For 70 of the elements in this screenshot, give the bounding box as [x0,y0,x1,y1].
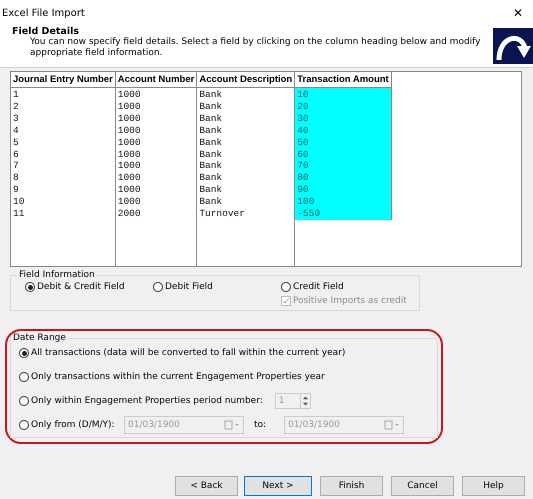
table-cell-text: 10 [296,89,310,101]
column-header[interactable]: Account Description [197,72,294,88]
table-cell-text: 2000 [116,208,142,220]
close-button[interactable]: ✕ [509,6,527,20]
table-cell-text: 1000 [116,100,142,113]
dialog-button[interactable]: < Back [175,476,238,496]
table-cell-text: 1000 [116,136,142,149]
table-cell-text: 100 [296,196,316,208]
table-cell-text: Bank [198,136,224,149]
table-cell-text: Bank [198,112,224,125]
table-cell-text: Bank [198,89,224,101]
group-title: Field Information [18,270,96,280]
radio-option[interactable]: Debit & Credit Field [25,282,153,292]
dialog-button[interactable]: Next > [244,476,312,496]
radio-option[interactable]: Only from (D/M/Y): [19,420,124,430]
table-cell-text: Bank [198,148,224,160]
table-cell-text: 6 [12,148,20,160]
table-cell-text: Bank [198,100,224,113]
table-cell-text: 90 [296,184,310,196]
checkmark-icon [282,297,290,305]
table-cell-text: Turnover [198,208,246,220]
radio-option[interactable]: Debit Field [153,282,281,292]
calendar-dropdown-icon[interactable] [224,420,240,430]
calendar-dropdown-icon[interactable] [384,420,400,430]
table-cell-text: Bank [198,184,224,196]
radio-option[interactable]: Only transactions within the current Engagement Properties year [19,372,325,382]
table-cell-text: 1000 [116,184,142,196]
column-header[interactable]: Account Number [116,72,196,88]
table-cell-text: 9 [12,184,20,196]
dialog-button[interactable]: Cancel [391,476,454,496]
table-cell-text: 50 [296,136,310,149]
table-cell-text: 60 [296,148,310,160]
table-cell-text: 1000 [116,89,142,101]
radio-option[interactable]: Only within Engagement Properties period number: [19,396,263,406]
table-cell-text: 5 [12,136,20,149]
dialog-button[interactable]: Finish [320,476,383,496]
dialog-button[interactable]: Help [462,476,525,496]
radio-option[interactable]: Credit Field [281,282,344,292]
section-title: Field Details [12,26,80,37]
column-header[interactable]: Transaction Amount [295,72,391,88]
table-cell-text: 20 [296,100,310,113]
table-cell-text: 1000 [116,172,142,184]
table-cell-text: 11 [12,208,26,220]
table-cell-text: 1000 [116,160,142,172]
table-cell-text: 2 [12,100,20,113]
table-cell-text: 1000 [116,148,142,160]
table-cell-text: 10 [12,196,26,208]
table-cell-text: 4 [12,124,20,137]
section-description: You can now specify field details. Select a field by clicking on the column heading below and modify appropriate field information. [29,37,482,59]
table-cell-text: 8 [12,172,20,184]
table-cell-text: 70 [296,160,310,172]
window-title: Excel File Import [2,8,85,18]
table-cell-text: 1000 [116,196,142,208]
group-title: Date Range [12,333,67,343]
table-cell-text: 30 [296,112,310,125]
table-cell-text: 40 [296,124,310,137]
table-cell-text: Bank [198,160,224,172]
table-cell-text: 1 [12,89,20,101]
table-cell-text: Bank [198,196,224,208]
table-cell-text: 7 [12,160,20,172]
column-header[interactable]: Journal Entry Number [11,72,115,88]
table-cell-text: 80 [296,172,310,184]
table-cell-text: 1000 [116,124,142,137]
table-cell-text: -550 [296,208,322,220]
radio-option[interactable]: All transactions (data will be converted to fall within the current year) [19,348,346,358]
table-cell-text: 3 [12,112,20,125]
table-cell-text: Bank [198,124,224,137]
to-label: to: [254,420,266,430]
table-cell-text: 1000 [116,112,142,125]
table-cell-text: Bank [198,172,224,184]
